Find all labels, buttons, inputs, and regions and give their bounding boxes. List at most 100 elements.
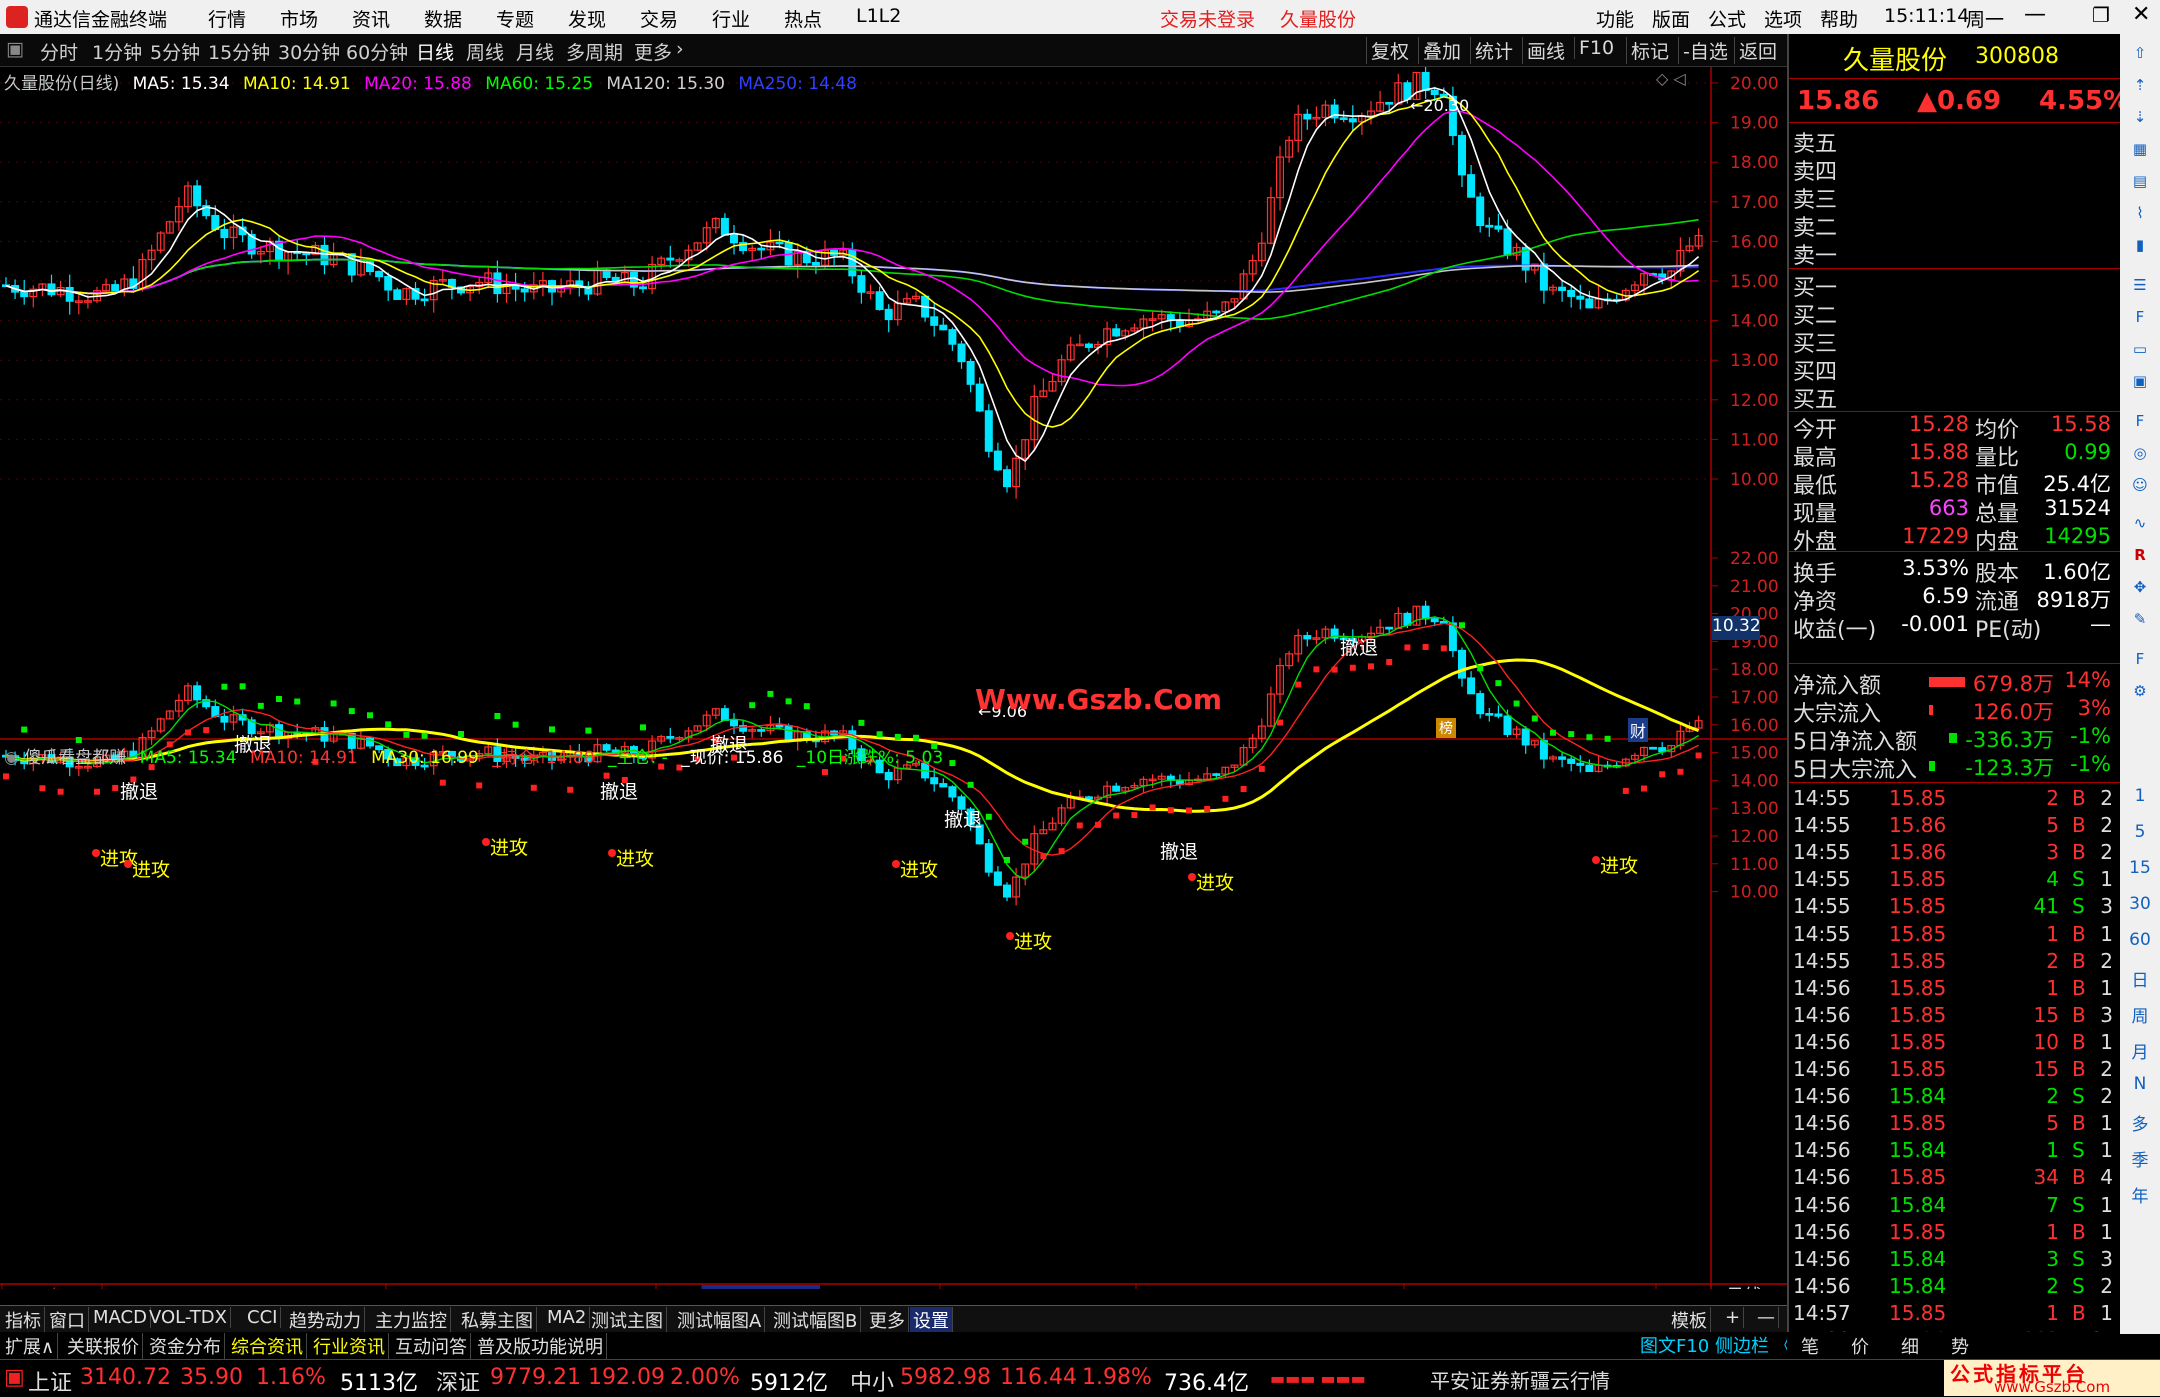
indicator-tab[interactable]: 测试幅图B bbox=[770, 1307, 862, 1333]
index-name[interactable]: 中小 bbox=[850, 1365, 894, 1397]
sidebar-period[interactable]: 1 bbox=[2120, 786, 2160, 806]
indicator-tab[interactable]: MA2 bbox=[544, 1307, 591, 1328]
line-chart-icon[interactable]: ⌇ bbox=[2127, 200, 2153, 226]
sidebar-period[interactable]: 15 bbox=[2120, 858, 2160, 878]
extension-tab[interactable]: 关联报价 bbox=[64, 1333, 143, 1359]
sidebar-period[interactable]: 周 bbox=[2120, 1002, 2160, 1027]
sidebar-period[interactable]: 年 bbox=[2120, 1182, 2160, 1207]
f2-icon[interactable]: F bbox=[2127, 408, 2153, 434]
period-tab[interactable]: 分时 bbox=[40, 38, 78, 65]
menu-item[interactable]: 热点 bbox=[784, 5, 822, 32]
period-tab[interactable]: 月线 bbox=[516, 38, 554, 65]
trade-login-status[interactable]: 交易未登录 bbox=[1160, 5, 1255, 32]
sidebar-period[interactable]: 5 bbox=[2120, 822, 2160, 842]
pen-icon[interactable]: ✎ bbox=[2127, 606, 2153, 632]
period-tab[interactable]: 60分钟 bbox=[346, 38, 408, 65]
menu-item-layout[interactable]: 版面 bbox=[1652, 5, 1690, 32]
close-icon[interactable]: ✕ bbox=[2132, 2, 2150, 27]
menu-item[interactable]: 行情 bbox=[208, 5, 246, 32]
restore-icon[interactable]: ❐ bbox=[2092, 3, 2110, 27]
move-icon[interactable]: ✥ bbox=[2127, 574, 2153, 600]
chart-collapse-icon[interactable]: ◇ ◁ bbox=[1656, 69, 1686, 88]
tab-price[interactable]: 价 bbox=[1851, 1333, 1869, 1359]
indicator-tab[interactable]: 私募主图 bbox=[458, 1307, 537, 1333]
panel-toggle-icon[interactable]: ▣ bbox=[6, 38, 24, 60]
menu-item[interactable]: 市场 bbox=[280, 5, 318, 32]
tab-control[interactable]: — bbox=[1754, 1307, 1779, 1328]
arrow-up-icon[interactable]: ⇡ bbox=[2127, 72, 2153, 98]
tab-control[interactable]: 模板 bbox=[1668, 1307, 1711, 1333]
tab-control[interactable]: + bbox=[1722, 1307, 1745, 1328]
globe-icon[interactable]: ◎ bbox=[2127, 440, 2153, 466]
extension-tab[interactable]: 普及版功能说明 bbox=[474, 1333, 607, 1359]
settings-icon[interactable]: ⚙ bbox=[2127, 678, 2153, 704]
menu-item-function[interactable]: 功能 bbox=[1596, 5, 1634, 32]
tool-button[interactable]: 画线 bbox=[1522, 37, 1569, 64]
tool-button[interactable]: 叠加 bbox=[1418, 37, 1465, 64]
menu-item[interactable]: 数据 bbox=[424, 5, 462, 32]
list-icon[interactable]: ☰ bbox=[2127, 272, 2153, 298]
tool-button[interactable]: 统计 bbox=[1470, 37, 1517, 64]
tool-button[interactable]: 复权 bbox=[1366, 37, 1413, 64]
sidebar-period[interactable]: 60 bbox=[2120, 930, 2160, 950]
menu-item[interactable]: 资讯 bbox=[352, 5, 390, 32]
menu-item-options[interactable]: 选项 bbox=[1764, 5, 1802, 32]
sidebar-period[interactable]: 月 bbox=[2120, 1038, 2160, 1063]
menu-item-help[interactable]: 帮助 bbox=[1820, 5, 1858, 32]
index-name[interactable]: 上证 bbox=[28, 1365, 72, 1397]
chevron-right-icon[interactable]: › bbox=[676, 38, 684, 60]
extension-tab[interactable]: 资金分布 bbox=[146, 1333, 225, 1359]
menu-item[interactable]: 行业 bbox=[712, 5, 750, 32]
tool-button[interactable]: -自选 bbox=[1678, 37, 1732, 64]
menu-item[interactable]: 发现 bbox=[568, 5, 606, 32]
period-tab[interactable]: 1分钟 bbox=[92, 38, 142, 65]
indicator-tab[interactable]: MACD bbox=[90, 1307, 151, 1328]
arrow-down-icon[interactable]: ⇣ bbox=[2127, 104, 2153, 130]
menu-item[interactable]: 专题 bbox=[496, 5, 534, 32]
kline-chart[interactable]: 20.00 19.00 18.00 17.00 16.00 15.00 14.00 13.00… bbox=[0, 67, 1787, 1289]
indicator-tab[interactable]: VOL-TDX bbox=[146, 1307, 231, 1328]
tab-trend[interactable]: 势 bbox=[1951, 1333, 1969, 1359]
tab-detail[interactable]: 细 bbox=[1901, 1333, 1919, 1359]
rsi-icon[interactable]: R bbox=[2127, 542, 2153, 568]
minimize-icon[interactable]: — bbox=[2024, 2, 2046, 27]
calc-icon[interactable]: ▣ bbox=[2127, 368, 2153, 394]
note-icon[interactable]: ▭ bbox=[2127, 336, 2153, 362]
indicator-tab[interactable]: 设置 bbox=[910, 1307, 953, 1333]
sidebar-period[interactable]: 多 bbox=[2120, 1110, 2160, 1135]
grid-icon[interactable]: ▦ bbox=[2127, 136, 2153, 162]
tool-button[interactable]: 返回 bbox=[1734, 37, 1781, 64]
candle-icon[interactable]: ▮ bbox=[2127, 232, 2153, 258]
period-tab[interactable]: 5分钟 bbox=[150, 38, 200, 65]
indicator-tab[interactable]: 指标 bbox=[2, 1307, 45, 1333]
sidebar-period[interactable]: N bbox=[2120, 1074, 2160, 1094]
menu-item[interactable]: L1L2 bbox=[856, 5, 901, 27]
rank-marker[interactable]: 榜 bbox=[1436, 718, 1456, 738]
side-tab[interactable]: 图文F10 侧边栏 《 bbox=[1640, 1332, 1793, 1358]
indicator-tab[interactable]: 测试主图 bbox=[588, 1307, 667, 1333]
period-tab[interactable]: 30分钟 bbox=[278, 38, 340, 65]
menu-item-formula[interactable]: 公式 bbox=[1708, 5, 1746, 32]
indicator-tab[interactable]: 更多 bbox=[866, 1307, 909, 1333]
extension-tab[interactable]: 行业资讯 bbox=[310, 1333, 389, 1359]
extension-tab[interactable]: 扩展∧ bbox=[2, 1333, 59, 1359]
indicator-tab[interactable]: 主力监控 bbox=[372, 1307, 451, 1333]
sidebar-period[interactable]: 季 bbox=[2120, 1146, 2160, 1171]
index-name[interactable]: 深证 bbox=[436, 1365, 480, 1397]
table-icon[interactable]: ▤ bbox=[2127, 168, 2153, 194]
fs-icon[interactable]: F bbox=[2127, 646, 2153, 672]
collapse-icon[interactable]: ◉ bbox=[4, 748, 19, 768]
menu-item[interactable]: 交易 bbox=[640, 5, 678, 32]
period-tab-daily[interactable]: 日线 bbox=[416, 38, 454, 65]
wave-icon[interactable]: ∿ bbox=[2127, 510, 2153, 536]
tab-trades[interactable]: 笔 bbox=[1801, 1333, 1819, 1359]
arrow-up-icon[interactable]: ⇧ bbox=[2127, 40, 2153, 66]
extension-tab[interactable]: 综合资讯 bbox=[228, 1333, 307, 1359]
indicator-tab[interactable]: CCI bbox=[244, 1307, 282, 1328]
finance-marker[interactable]: 财 bbox=[1628, 718, 1649, 742]
indicator-tab[interactable]: 测试幅图A bbox=[674, 1307, 766, 1333]
f10-icon[interactable]: F bbox=[2127, 304, 2153, 330]
period-tab[interactable]: 15分钟 bbox=[208, 38, 270, 65]
tool-button[interactable]: F10 bbox=[1574, 37, 1618, 59]
sidebar-period[interactable]: 30 bbox=[2120, 894, 2160, 914]
